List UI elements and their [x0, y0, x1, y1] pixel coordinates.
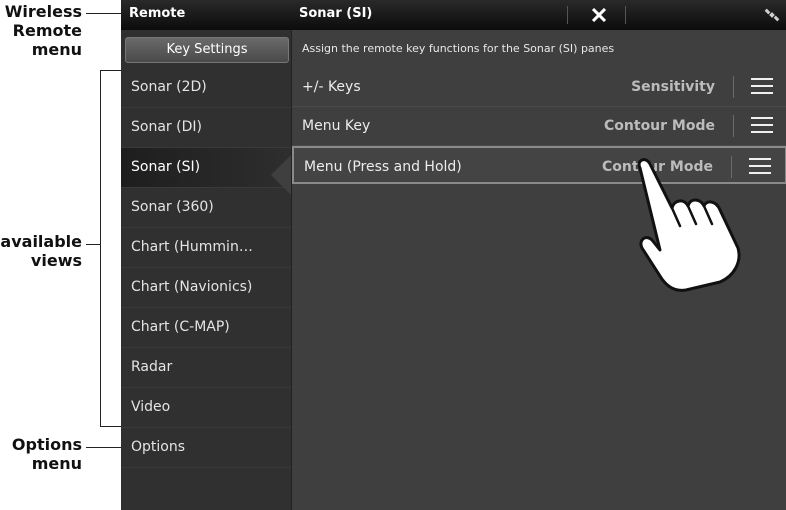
- sidebar-item-sonar-360[interactable]: Sonar (360): [121, 188, 291, 228]
- views-pointer-line: [86, 244, 100, 245]
- key-label: Menu Key: [302, 118, 371, 134]
- sidebar-item-radar[interactable]: Radar: [121, 348, 291, 388]
- options-menu-callout: Options menu: [4, 435, 82, 473]
- key-row-menu-key[interactable]: Menu Key Contour Mode: [292, 107, 786, 146]
- callout-line-2: menu: [31, 454, 82, 473]
- window-title: Remote: [129, 6, 186, 21]
- callout-line-3: menu: [31, 40, 82, 59]
- sidebar-item-chart-navionics[interactable]: Chart (Navionics): [121, 268, 291, 308]
- key-function-value: Contour Mode: [604, 118, 715, 134]
- menu-icon[interactable]: [749, 158, 771, 176]
- key-label: Menu (Press and Hold): [304, 159, 462, 175]
- sidebar: Key Settings Sonar (2D) Sonar (DI) Sonar…: [121, 30, 291, 510]
- close-button[interactable]: [573, 0, 625, 30]
- close-icon: [592, 8, 606, 22]
- wireless-remote-menu-callout: Wireless Remote menu: [4, 2, 82, 59]
- view-list: Sonar (2D) Sonar (DI) Sonar (SI) Sonar (…: [121, 68, 291, 468]
- available-views-callout: available views: [0, 232, 82, 270]
- sidebar-item-sonar-2d[interactable]: Sonar (2D): [121, 68, 291, 108]
- menu-icon[interactable]: [751, 117, 773, 135]
- callout-line-1: Options: [11, 435, 82, 454]
- title-separator: [625, 6, 626, 24]
- title-bar: Remote Sonar (SI): [121, 0, 786, 31]
- key-row-plus-minus[interactable]: +/- Keys Sensitivity: [292, 68, 786, 107]
- panel-description: Assign the remote key functions for the …: [302, 42, 615, 55]
- sidebar-item-sonar-si[interactable]: Sonar (SI): [121, 148, 291, 188]
- menu-icon[interactable]: [751, 78, 773, 96]
- row-divider: [733, 76, 734, 98]
- sidebar-item-options[interactable]: Options: [121, 428, 291, 468]
- pointing-hand-icon: [637, 158, 741, 292]
- callout-line-2: Remote: [12, 21, 82, 40]
- sidebar-item-video[interactable]: Video: [121, 388, 291, 428]
- callout-line-1: available: [0, 232, 82, 251]
- satellite-icon: [764, 8, 780, 22]
- wireless-pointer-line: [86, 13, 124, 14]
- key-function-value: Sensitivity: [631, 79, 715, 95]
- title-separator: [567, 6, 568, 24]
- device-screen: Remote Sonar (SI) Key Settings Sonar (2D…: [121, 0, 786, 510]
- sidebar-item-sonar-di[interactable]: Sonar (DI): [121, 108, 291, 148]
- sidebar-item-chart-humminbird[interactable]: Chart (Hummin…: [121, 228, 291, 268]
- key-label: +/- Keys: [302, 79, 361, 95]
- panel-title: Sonar (SI): [299, 6, 373, 21]
- selection-notch: [271, 155, 291, 195]
- key-settings-header[interactable]: Key Settings: [125, 37, 289, 63]
- callout-line-2: views: [30, 251, 82, 270]
- row-divider: [733, 115, 734, 137]
- options-pointer-line: [86, 447, 124, 448]
- sidebar-item-chart-cmap[interactable]: Chart (C-MAP): [121, 308, 291, 348]
- callout-line-1: Wireless: [4, 2, 82, 21]
